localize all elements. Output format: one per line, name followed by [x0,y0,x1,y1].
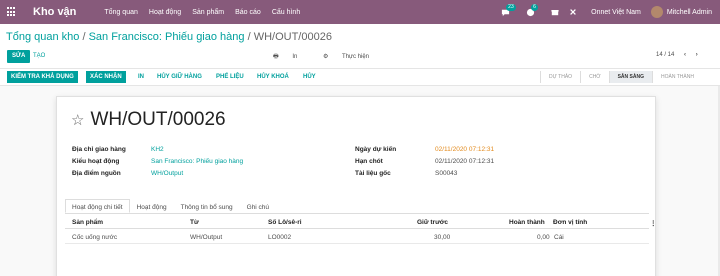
chat-icon[interactable]: 23 [501,3,516,17]
top-navbar: Kho vận Tổng quan Hoạt động Sản phẩm Báo… [0,0,720,24]
table-cell-done[interactable]: 0,00 [537,234,550,241]
breadcrumb-current: WH/OUT/00026 [253,31,332,43]
menu-item-overview[interactable]: Tổng quan [104,9,137,16]
field-label-deadline: Hạn chót [355,158,383,165]
star-icon[interactable]: ☆ [71,111,84,129]
field-value-operation-type[interactable]: San Francisco: Phiếu giao hàng [151,158,243,165]
stage-done[interactable]: HOÀN THÀNH [652,71,702,83]
gift-icon[interactable] [551,8,559,16]
field-value-source-location[interactable]: WH/Output [151,170,183,177]
pager: 14 / 14 ‹ › [656,52,698,58]
action-menu[interactable]: ⚙ Thực hiện [323,54,381,60]
company-switcher[interactable]: Onnet Việt Nam [591,9,641,16]
stage-waiting[interactable]: CHỜ [580,71,609,83]
field-label-operation-type: Kiểu hoạt động [72,158,120,165]
create-button[interactable]: TẠO [33,50,45,63]
column-header-done[interactable]: Hoàn thành [509,219,545,226]
field-value-scheduled-date: 02/11/2020 07:12:31 [435,146,495,153]
activity-badge: 6 [531,3,538,11]
pager-value[interactable]: 14 / 14 [656,52,674,58]
unlock-button[interactable]: HỦY KHOÁ [257,71,289,83]
table-header-divider [65,228,649,229]
menu-item-products[interactable]: Sản phẩm [192,9,224,16]
tab-detailed-operations[interactable]: Hoạt động chi tiết [65,199,130,213]
table-row-divider [65,243,649,244]
column-header-reserved[interactable]: Giữ trước [417,219,448,226]
title-row: ☆ WH/OUT/00026 [71,109,226,131]
status-bar: KIỂM TRA KHẢ DỤNG XÁC NHẬN IN HỦY GIỮ HÀ… [0,69,720,86]
chevron-right-icon[interactable]: › [696,52,698,58]
action-bar: 🖶 In ⚙ Thực hiện [273,52,393,62]
print-button[interactable]: IN [138,71,144,83]
breadcrumb-item-delivery[interactable]: San Francisco: Phiếu giao hàng [89,31,245,43]
stage-ready[interactable]: SẴN SÀNG [608,71,652,83]
print-label: In [292,54,298,60]
activity-icon[interactable]: 6 [526,3,538,17]
menu-item-operations[interactable]: Hoạt động [149,9,181,16]
optional-columns-icon[interactable]: ⋮ [650,219,657,227]
field-label-scheduled-date: Ngày dự kiến [355,146,397,153]
unreserve-button[interactable]: HỦY GIỮ HÀNG [157,71,202,83]
tab-additional-info[interactable]: Thông tin bổ sung [174,199,240,213]
user-menu[interactable]: Mitchell Admin [667,9,712,16]
field-value-source-document: S00043 [435,170,458,177]
app-name: Kho vận [33,6,77,18]
record-title: WH/OUT/00026 [90,109,226,130]
field-label-source-document: Tài liệu gốc [355,170,391,177]
avatar[interactable] [650,6,663,18]
table-cell-product[interactable]: Cốc uống nước [72,234,117,241]
main-menu: Tổng quan Hoạt động Sản phẩm Báo cáo Cấu… [104,9,311,16]
column-header-from[interactable]: Từ [190,219,199,226]
field-value-delivery-address[interactable]: KH2 [151,146,164,153]
column-header-lot[interactable]: Số Lô/sê-ri [268,219,302,226]
control-panel: Tổng quan kho / San Francisco: Phiếu gia… [0,24,720,69]
field-label-source-location: Địa điểm nguồn [72,170,121,177]
breadcrumb-separator: / [82,31,86,43]
notebook-tabs: Hoạt động chi tiết Hoạt động Thông tin b… [65,199,649,214]
debug-icon[interactable] [569,8,577,16]
column-header-product[interactable]: Sản phẩm [72,219,103,226]
breadcrumb-item-overview[interactable]: Tổng quan kho [6,31,79,43]
print-icon: 🖶 [273,54,279,60]
validate-button[interactable]: XÁC NHẬN [86,71,126,83]
table-cell-from[interactable]: WH/Output [190,234,222,241]
cancel-button[interactable]: HỦY [303,71,316,83]
tab-note[interactable]: Ghi chú [240,199,276,213]
form-sheet: ☆ WH/OUT/00026 Địa chỉ giao hàng KH2 Kiể… [56,96,657,276]
menu-item-reporting[interactable]: Báo cáo [235,9,261,16]
apps-menu-icon[interactable] [7,7,17,17]
chevron-left-icon[interactable]: ‹ [684,52,686,58]
column-header-uom[interactable]: Đơn vị tính [553,219,587,226]
scrap-button[interactable]: PHẾ LIỆU [216,71,244,83]
action-label: Thực hiện [341,54,370,60]
field-label-delivery-address: Địa chỉ giao hàng [72,146,126,153]
gear-icon: ⚙ [323,54,329,60]
chat-badge: 23 [506,3,516,11]
table-cell-lot[interactable]: LO0002 [268,234,291,241]
stage-bar: DỰ THẢO CHỜ SẴN SÀNG HOÀN THÀNH [540,71,702,83]
edit-button[interactable]: SỬA [7,50,31,63]
check-availability-button[interactable]: KIỂM TRA KHẢ DỤNG [7,71,78,83]
menu-item-configuration[interactable]: Cấu hình [272,9,300,16]
systray: 23 6 Onnet Việt Nam Mitchell Admin [491,0,712,24]
breadcrumb-separator: / [247,31,251,43]
print-menu[interactable]: 🖶 In [273,54,309,60]
stage-draft[interactable]: DỰ THẢO [540,71,580,83]
table-cell-reserved[interactable]: 30,00 [434,234,450,241]
breadcrumb: Tổng quan kho / San Francisco: Phiếu gia… [6,31,332,43]
tab-operations[interactable]: Hoạt động [130,199,174,213]
field-value-deadline: 02/11/2020 07:12:31 [435,158,495,165]
table-cell-uom[interactable]: Cái [554,234,564,241]
